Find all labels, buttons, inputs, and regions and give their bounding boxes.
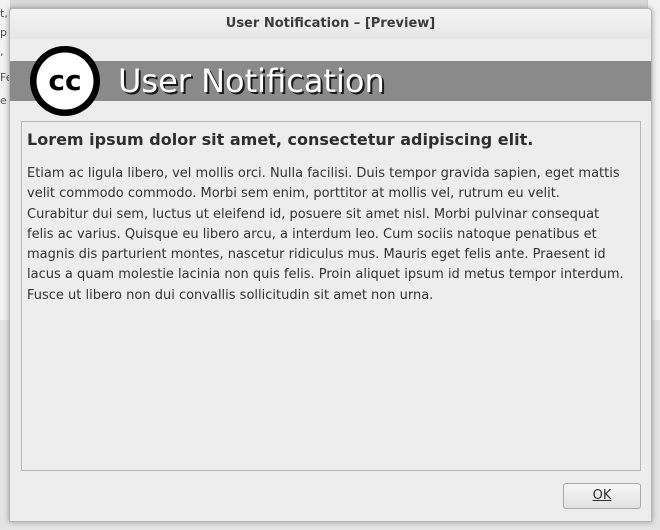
- message-area: Lorem ipsum dolor sit amet, consectetur …: [21, 121, 641, 471]
- message-line: lacus a quam molestie lacinia non quis f…: [27, 267, 624, 283]
- notification-banner: User Notification: [10, 61, 651, 101]
- message-line: Fusce ut libero non dui convallis sollic…: [27, 287, 434, 303]
- dialog-title[interactable]: User Notification – [Preview]: [10, 9, 651, 39]
- logo-text: cc: [48, 64, 81, 97]
- notification-dialog: User Notification – [Preview] User Notif…: [9, 8, 652, 522]
- message-line: magnis dis parturient montes, nascetur r…: [27, 247, 606, 263]
- message-line: velit commodo commodo. Morbi sem enim, p…: [27, 186, 560, 202]
- message-line: felis ac varius. Quisque eu libero arcu,…: [27, 226, 597, 242]
- banner-title: User Notification: [118, 62, 385, 100]
- message-body: Etiam ac ligula libero, vel mollis orci.…: [27, 164, 634, 306]
- message-line: Etiam ac ligula libero, vel mollis orci.…: [27, 166, 620, 181]
- message-heading: Lorem ipsum dolor sit amet, consectetur …: [27, 130, 534, 149]
- creative-commons-icon: cc: [30, 46, 100, 116]
- ok-button[interactable]: OK: [563, 483, 641, 509]
- message-line: Curabitur dui sem, luctus ut eleifend id…: [27, 206, 600, 222]
